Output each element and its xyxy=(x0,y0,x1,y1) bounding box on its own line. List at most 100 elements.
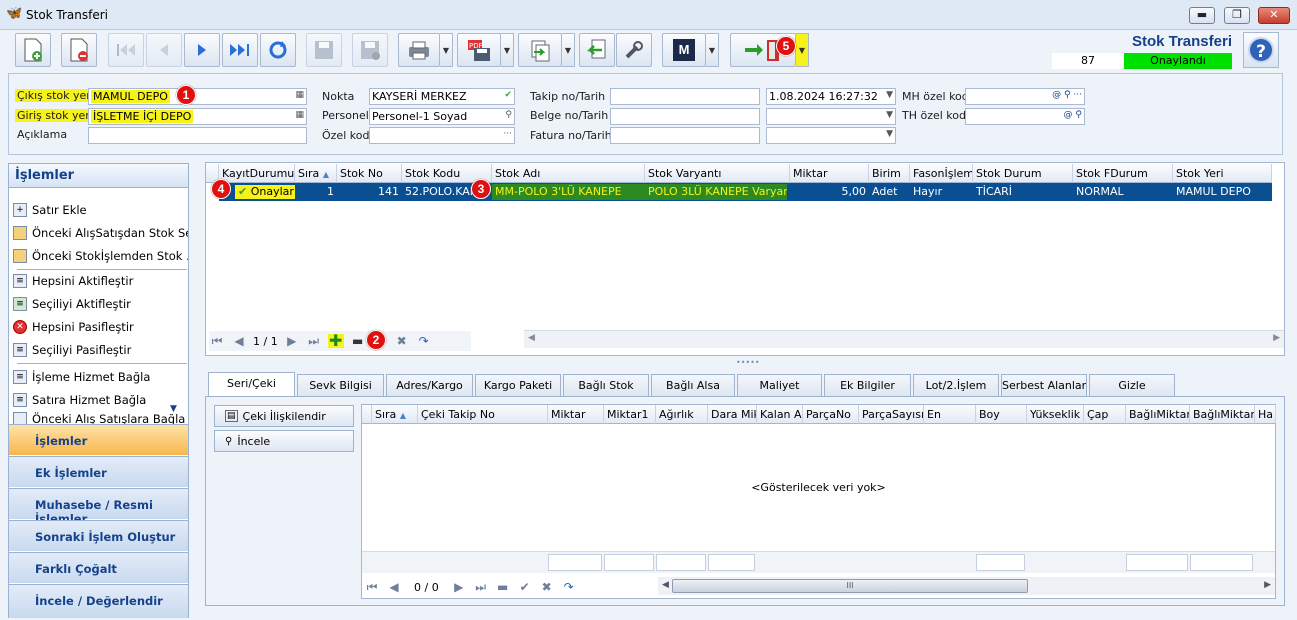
ceki-iliskilendir-button[interactable]: ▤ Çeki İlişkilendir xyxy=(214,405,354,427)
scroll-right-icon[interactable]: ▶ xyxy=(1273,333,1280,343)
tab-serbest-alanlar[interactable]: Serbest Alanlar xyxy=(1001,374,1087,396)
link-service-to-process-item[interactable]: ≡ İşleme Hizmet Bağla xyxy=(13,366,188,388)
col-stokfdurum[interactable]: Stok FDurum xyxy=(1073,164,1173,183)
refresh-icon[interactable]: ↷ xyxy=(416,334,432,348)
select-from-stock-item[interactable]: Önceki Stokİşlemden Stok ... xyxy=(13,245,188,267)
th-field[interactable]: @ ⚲ xyxy=(965,108,1085,125)
fatura-date-field[interactable]: ▼ xyxy=(766,127,896,144)
last-record-button[interactable] xyxy=(222,33,258,67)
help-button[interactable]: ? xyxy=(1243,32,1279,68)
incele-button[interactable]: ⚲ İncele xyxy=(214,430,354,452)
subcol-baglimiktar1[interactable]: BağlıMiktar1 xyxy=(1190,405,1255,424)
sub-cancel-icon[interactable]: ✖ xyxy=(539,580,555,594)
link-previous-sales-item[interactable]: Önceki Alış Satışlara Bağla xyxy=(13,412,188,424)
col-stokvaryanti[interactable]: Stok Varyantı xyxy=(645,164,790,183)
subcol-agirlik[interactable]: Ağırlık xyxy=(656,405,708,424)
close-button[interactable]: ✕ xyxy=(1258,7,1290,24)
subcol-en[interactable]: En xyxy=(924,405,976,424)
add-row-item[interactable]: + Satır Ekle xyxy=(13,199,188,221)
remove-record-icon[interactable]: ▬ xyxy=(350,334,366,348)
export-dropdown[interactable]: ▼ xyxy=(562,33,575,67)
giris-field[interactable]: İŞLETME İÇİ DEPO ▦ xyxy=(88,108,307,125)
cikis-field[interactable]: MAMUL DEPO ▦ xyxy=(88,88,307,105)
tab-seri-ceki[interactable]: Seri/Çeki xyxy=(208,372,295,396)
subcol-cap[interactable]: Çap xyxy=(1084,405,1126,424)
nav-ek-islemler[interactable]: Ek İşlemler xyxy=(9,456,188,487)
subcol-miktar1[interactable]: Miktar1 xyxy=(604,405,656,424)
save-button[interactable] xyxy=(306,33,342,67)
scroll-left-icon[interactable]: ◀ xyxy=(528,333,535,343)
subcol-yukseklik[interactable]: Yükseklik xyxy=(1027,405,1084,424)
new-document-button[interactable] xyxy=(15,33,51,67)
col-stokyeri[interactable]: Stok Yeri xyxy=(1173,164,1272,183)
aciklama-field[interactable] xyxy=(88,127,307,144)
subcol-ceki-takip[interactable]: Çeki Takip No xyxy=(418,405,548,424)
m-dropdown[interactable]: ▼ xyxy=(706,33,719,67)
minimize-button[interactable]: ▬ xyxy=(1189,7,1215,24)
takip-field[interactable] xyxy=(610,88,760,105)
cancel-icon[interactable]: ✖ xyxy=(394,334,410,348)
col-stokadi[interactable]: Stok Adı xyxy=(492,164,645,183)
col-sira[interactable]: Sıra ▲ xyxy=(295,164,337,183)
nav-last-icon[interactable]: ⏭ xyxy=(306,334,322,348)
sub-scroll-right-icon[interactable]: ▶ xyxy=(1264,580,1271,590)
subcol-boy[interactable]: Boy xyxy=(976,405,1027,424)
col-birim[interactable]: Birim xyxy=(869,164,910,183)
scroll-down-icon[interactable]: ▼ xyxy=(170,404,177,414)
sub-nav-first-icon[interactable]: ⏮ xyxy=(364,580,380,594)
import-button[interactable] xyxy=(579,33,615,67)
nav-sonraki-islem[interactable]: Sonraki İşlem Oluştur xyxy=(9,520,188,551)
sub-remove-icon[interactable]: ▬ xyxy=(495,580,511,594)
mh-field[interactable]: @ ⚲ ··· xyxy=(965,88,1085,105)
activate-selected-item[interactable]: ≡ Seçiliyi Aktifleştir xyxy=(13,293,188,315)
sub-nav-next-icon[interactable]: ▶ xyxy=(451,580,467,594)
save-cancel-button[interactable] xyxy=(352,33,388,67)
grid-horizontal-scrollbar[interactable]: ◀ ▶ xyxy=(524,330,1284,348)
pdf-export-button[interactable]: PDF xyxy=(457,33,501,67)
nav-first-icon[interactable]: ⏮ xyxy=(209,334,225,348)
nav-prev-icon[interactable]: ◀ xyxy=(231,334,247,348)
sub-confirm-icon[interactable]: ✔ xyxy=(517,580,533,594)
first-record-button[interactable] xyxy=(108,33,144,67)
pdf-dropdown[interactable]: ▼ xyxy=(501,33,514,67)
subcol-dara[interactable]: Dara Mikt xyxy=(708,405,757,424)
col-kayitdurumu[interactable]: KayıtDurumu xyxy=(219,164,295,183)
refresh-button[interactable] xyxy=(260,33,296,67)
tab-kargo-paketi[interactable]: Kargo Paketi xyxy=(475,374,561,396)
activate-all-item[interactable]: ≡ Hepsini Aktifleştir xyxy=(13,270,188,292)
link-service-to-row-item[interactable]: ≡ Satıra Hizmet Bağla xyxy=(13,389,188,411)
nav-farkli-cogalt[interactable]: Farklı Çoğalt xyxy=(9,552,188,583)
subcol-baglimiktar[interactable]: BağlıMiktar xyxy=(1126,405,1190,424)
nokta-field[interactable]: KAYSERİ MERKEZ ✔ xyxy=(369,88,515,105)
export-button[interactable] xyxy=(518,33,562,67)
subcol-parcano[interactable]: ParçaNo xyxy=(803,405,859,424)
deactivate-all-item[interactable]: ✕ Hepsini Pasifleştir xyxy=(13,316,188,338)
tools-button[interactable] xyxy=(616,33,652,67)
subcol-ha[interactable]: Ha xyxy=(1255,405,1276,424)
delete-document-button[interactable] xyxy=(61,33,97,67)
col-fasonislem[interactable]: Fasonİşlem xyxy=(910,164,973,183)
sub-nav-prev-icon[interactable]: ◀ xyxy=(386,580,402,594)
col-stokdurum[interactable]: Stok Durum xyxy=(973,164,1073,183)
subcol-parcasayisi[interactable]: ParçaSayısı xyxy=(859,405,924,424)
col-stokno[interactable]: Stok No xyxy=(337,164,402,183)
belge-field[interactable] xyxy=(610,108,760,125)
maximize-button[interactable]: ❐ xyxy=(1224,7,1250,24)
nav-next-icon[interactable]: ▶ xyxy=(284,334,300,348)
m-button[interactable]: M xyxy=(662,33,706,67)
tab-bagli-alsa[interactable]: Bağlı Alsa xyxy=(651,374,735,396)
sub-nav-last-icon[interactable]: ⏭ xyxy=(473,580,489,594)
next-record-button[interactable] xyxy=(184,33,220,67)
add-record-icon[interactable]: ✚ xyxy=(327,333,344,349)
select-from-purchase-item[interactable]: Önceki AlışSatışdan Stok Seç xyxy=(13,222,188,244)
tab-lot-islem[interactable]: Lot/2.İşlem xyxy=(913,374,999,396)
sub-scroll-left-icon[interactable]: ◀ xyxy=(662,580,669,590)
deactivate-selected-item[interactable]: ≡ Seçiliyi Pasifleştir xyxy=(13,339,188,361)
subcol-kalan[interactable]: Kalan Ağ xyxy=(757,405,803,424)
tab-maliyet[interactable]: Maliyet xyxy=(737,374,822,396)
personel-field[interactable]: Personel-1 Soyad ⚲ xyxy=(369,108,515,125)
subcol-miktar[interactable]: Miktar xyxy=(548,405,604,424)
print-button[interactable] xyxy=(398,33,440,67)
belge-date-field[interactable]: ▼ xyxy=(766,108,896,125)
sub-refresh-icon[interactable]: ↷ xyxy=(561,580,577,594)
